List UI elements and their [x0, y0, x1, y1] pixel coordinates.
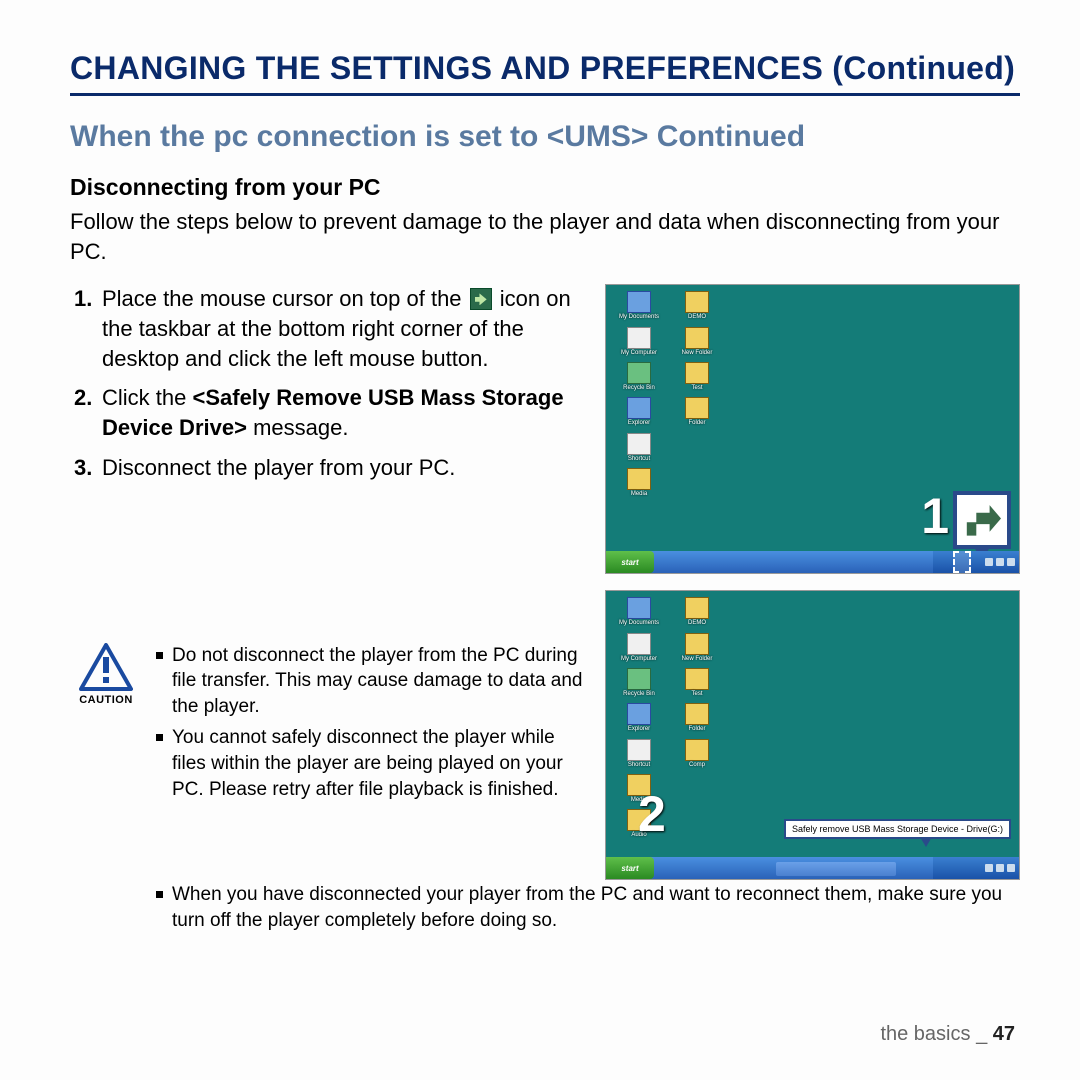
tray-highlight [953, 551, 971, 573]
page-title: CHANGING THE SETTINGS AND PREFERENCES (C… [70, 50, 1020, 96]
windows-taskbar: start [606, 857, 1019, 879]
caution-item-1: Do not disconnect the player from the PC… [156, 643, 585, 720]
callout-number-2: 2 [638, 785, 666, 843]
footer-page-number: 47 [993, 1023, 1015, 1045]
caution-item-2: You cannot safely disconnect the player … [156, 725, 585, 802]
page-footer: the basics _ 47 [880, 1023, 1015, 1046]
step-2: 2. Click the <Safely Remove USB Mass Sto… [74, 383, 585, 442]
screenshot-step-1: My Documents DEMO My Computer New Folder… [605, 284, 1020, 574]
callout-number-1: 1 [921, 487, 949, 545]
step-1-number: 1. [74, 284, 92, 314]
step-2-text-c: message. [253, 415, 348, 440]
step-3: 3. Disconnect the player from your PC. [74, 453, 585, 483]
windows-taskbar: start [606, 551, 1019, 573]
caution-icon [79, 643, 133, 691]
footer-section: the basics [880, 1023, 970, 1045]
start-button: start [606, 857, 654, 879]
caution-item-3: When you have disconnected your player f… [70, 882, 1020, 933]
section-title: When the pc connection is set to <UMS> C… [70, 120, 1020, 154]
footer-separator: _ [976, 1023, 987, 1045]
taskbar-item [776, 862, 896, 876]
subsection-title: Disconnecting from your PC [70, 174, 1020, 201]
start-button: start [606, 551, 654, 573]
tray-safely-remove-icon [953, 491, 1011, 549]
system-tray [933, 551, 1019, 573]
screenshot-step-2: My Documents DEMO My Computer New Folder… [605, 590, 1020, 880]
step-1: 1. Place the mouse cursor on top of the … [74, 284, 585, 373]
system-tray [933, 857, 1019, 879]
steps-column: 1. Place the mouse cursor on top of the … [70, 284, 585, 880]
step-1-text-a: Place the mouse cursor on top of the [102, 286, 468, 311]
step-3-number: 3. [74, 453, 92, 483]
caution-label: CAUTION [70, 693, 142, 708]
safely-remove-hardware-icon [470, 288, 492, 310]
safely-remove-tooltip: Safely remove USB Mass Storage Device - … [784, 819, 1011, 839]
step-2-number: 2. [74, 383, 92, 413]
caution-block: CAUTION Do not disconnect the player fro… [70, 643, 585, 809]
intro-text: Follow the steps below to prevent damage… [70, 207, 1020, 266]
screenshots-column: My Documents DEMO My Computer New Folder… [605, 284, 1020, 880]
step-3-text: Disconnect the player from your PC. [102, 455, 455, 480]
step-2-text-a: Click the [102, 385, 192, 410]
